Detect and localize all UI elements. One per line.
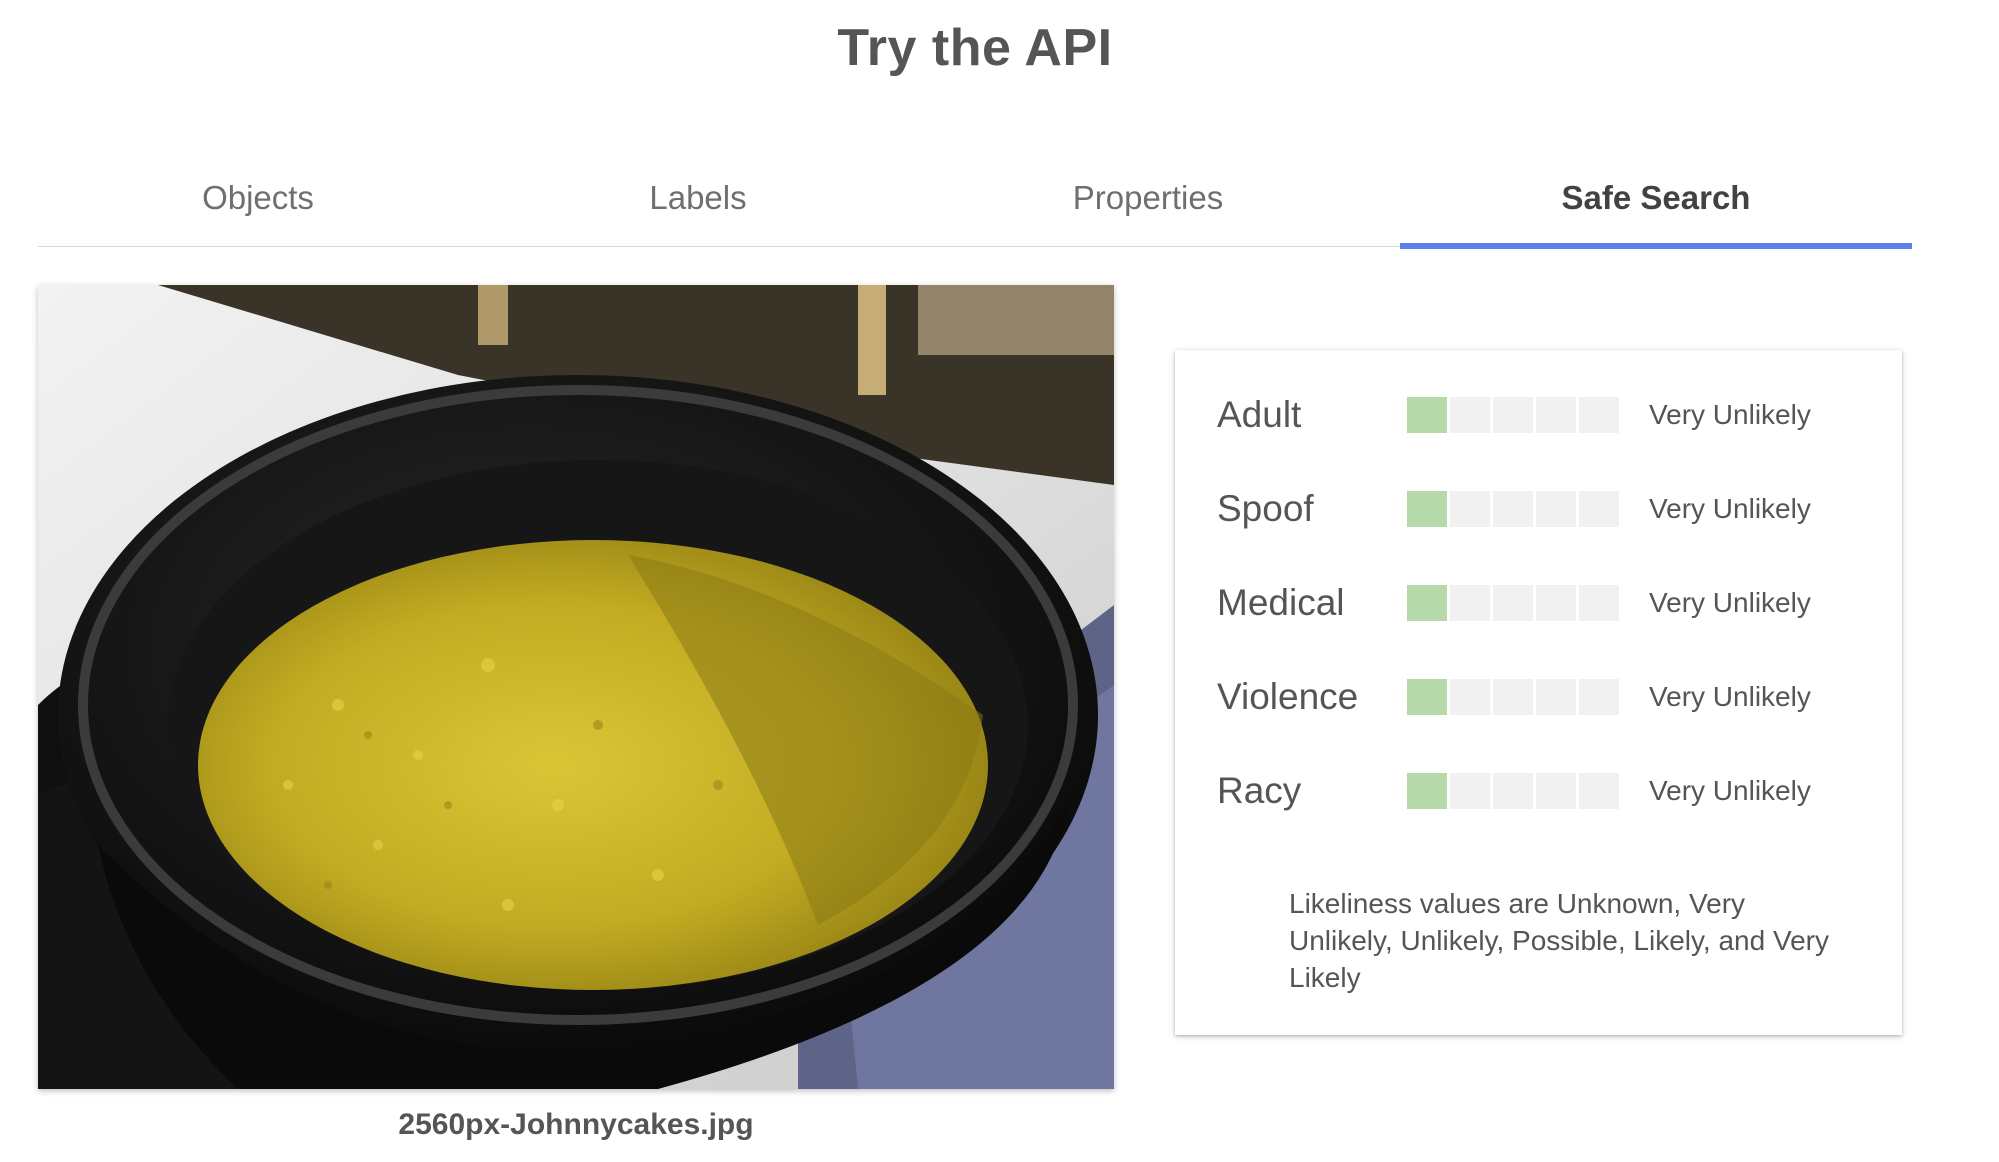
- likelihood-segment-empty: [1493, 585, 1533, 621]
- likelihood-segment-empty: [1450, 679, 1490, 715]
- likelihood-segment-empty: [1536, 397, 1576, 433]
- result-row-medical: Medical Very Unlikely: [1217, 583, 1857, 623]
- likelihood-segment-empty: [1536, 679, 1576, 715]
- likelihood-segment-empty: [1450, 397, 1490, 433]
- category-label: Medical: [1217, 582, 1345, 623]
- likelihood-segment-empty: [1450, 773, 1490, 809]
- likelihood-bar: [1407, 491, 1619, 527]
- likelihood-segment-empty: [1493, 679, 1533, 715]
- likelihood-bar: [1407, 585, 1619, 621]
- tab-bar: Objects Labels Properties Safe Search: [38, 150, 1912, 249]
- safe-search-results-card: Adult Very Unlikely Spoof Very Unlikely …: [1175, 350, 1902, 1035]
- page-title: Try the API: [837, 19, 1113, 77]
- uploaded-image: [38, 285, 1114, 1089]
- likelihood-segment-empty: [1579, 397, 1619, 433]
- likelihood-bar: [1407, 397, 1619, 433]
- category-label: Adult: [1217, 394, 1302, 435]
- likelihood-segment-empty: [1579, 585, 1619, 621]
- result-row-racy: Racy Very Unlikely: [1217, 771, 1857, 811]
- likelihood-footnote: Likeliness values are Unknown, Very Unli…: [1289, 888, 1829, 993]
- likelihood-segment-empty: [1536, 585, 1576, 621]
- likelihood-segment-empty: [1450, 585, 1490, 621]
- image-filename: 2560px-Johnnycakes.jpg: [398, 1108, 754, 1141]
- result-row-violence: Violence Very Unlikely: [1217, 677, 1857, 717]
- likelihood-value: Very Unlikely: [1649, 587, 1811, 618]
- likelihood-segment-filled: [1407, 491, 1447, 527]
- tab-objects[interactable]: Objects: [38, 150, 478, 246]
- category-label: Spoof: [1217, 488, 1314, 529]
- likelihood-value: Very Unlikely: [1649, 681, 1811, 712]
- likelihood-segment-empty: [1493, 773, 1533, 809]
- result-row-spoof: Spoof Very Unlikely: [1217, 489, 1857, 529]
- likelihood-segment-empty: [1536, 491, 1576, 527]
- result-row-adult: Adult Very Unlikely: [1217, 395, 1857, 435]
- likelihood-segment-filled: [1407, 773, 1447, 809]
- likelihood-segment-filled: [1407, 679, 1447, 715]
- likelihood-segment-empty: [1579, 679, 1619, 715]
- likelihood-segment-empty: [1493, 397, 1533, 433]
- skillet-photo: [38, 285, 1114, 1089]
- likelihood-value: Very Unlikely: [1649, 399, 1811, 430]
- likelihood-bar: [1407, 773, 1619, 809]
- tab-properties[interactable]: Properties: [918, 150, 1378, 246]
- likelihood-segment-empty: [1579, 773, 1619, 809]
- category-label: Racy: [1217, 770, 1302, 811]
- likelihood-segment-filled: [1407, 397, 1447, 433]
- likelihood-segment-empty: [1450, 491, 1490, 527]
- likelihood-segment-filled: [1407, 585, 1447, 621]
- tab-labels[interactable]: Labels: [478, 150, 918, 246]
- likelihood-segment-empty: [1579, 491, 1619, 527]
- likelihood-bar: [1407, 679, 1619, 715]
- likelihood-value: Very Unlikely: [1649, 493, 1811, 524]
- likelihood-segment-empty: [1536, 773, 1576, 809]
- likelihood-value: Very Unlikely: [1649, 775, 1811, 806]
- likelihood-segment-empty: [1493, 491, 1533, 527]
- tab-safe-search[interactable]: Safe Search: [1400, 150, 1912, 249]
- category-label: Violence: [1217, 676, 1359, 717]
